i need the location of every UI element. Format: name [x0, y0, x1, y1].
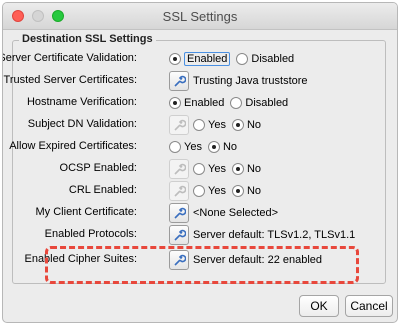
wrench-icon: [174, 207, 186, 219]
enabled-protocols-label: Enabled Protocols:: [44, 228, 137, 240]
cancel-button[interactable]: Cancel: [345, 295, 393, 317]
hostname-verification-disabled-radio[interactable]: [230, 97, 243, 109]
my-client-certificate-label: My Client Certificate:: [35, 206, 137, 218]
server-cert-validation-enabled-text[interactable]: Enabled: [184, 52, 231, 66]
crl-settings-button[interactable]: [169, 181, 189, 201]
wrench-icon: [174, 229, 186, 241]
wrench-icon: [174, 163, 186, 175]
row-hostname-verification: Hostname Verification: Enabled Disabled: [13, 92, 385, 114]
allow-expired-yes-text[interactable]: Yes: [184, 141, 202, 153]
server-cert-validation-disabled-text[interactable]: Disabled: [251, 53, 294, 65]
row-allow-expired-certificates: Allow Expired Certificates: Yes No: [9, 136, 385, 158]
allow-expired-no-text[interactable]: No: [223, 141, 237, 153]
hostname-verification-enabled-radio[interactable]: [169, 97, 181, 109]
ocsp-settings-button[interactable]: [169, 159, 189, 179]
window-title: SSL Settings: [162, 9, 238, 24]
trusted-server-certificates-button[interactable]: [169, 71, 189, 91]
ssl-settings-dialog: SSL Settings Destination SSL Settings Se…: [2, 2, 398, 323]
crl-yes-radio[interactable]: [193, 185, 205, 197]
row-crl-enabled: CRL Enabled: Yes No: [13, 180, 385, 202]
ocsp-no-radio[interactable]: [231, 163, 244, 175]
row-server-certificate-validation: Server Certificate Validation: Enabled D…: [3, 48, 385, 70]
subject-dn-validation-button[interactable]: [169, 115, 189, 135]
subject-dn-validation-label: Subject DN Validation:: [27, 118, 137, 130]
subject-dn-yes-text[interactable]: Yes: [208, 119, 226, 131]
ocsp-no-text[interactable]: No: [247, 163, 261, 175]
subject-dn-yes-radio[interactable]: [193, 119, 205, 131]
trusted-server-certificates-label: Trusted Server Certificates:: [3, 74, 137, 86]
row-enabled-protocols: Enabled Protocols: Server default: TLSv1…: [13, 224, 385, 246]
ocsp-enabled-label: OCSP Enabled:: [59, 162, 137, 174]
my-client-certificate-button[interactable]: [169, 203, 189, 223]
my-client-certificate-value: <None Selected>: [193, 207, 279, 219]
row-trusted-server-certificates: Trusted Server Certificates: Trusting Ja…: [4, 70, 385, 92]
row-ocsp-enabled: OCSP Enabled: Yes No: [13, 158, 385, 180]
crl-yes-text[interactable]: Yes: [208, 185, 226, 197]
server-cert-validation-disabled-radio[interactable]: [236, 53, 249, 65]
trusted-server-certificates-value: Trusting Java truststore: [193, 75, 308, 87]
group-legend: Destination SSL Settings: [19, 33, 156, 45]
ocsp-yes-text[interactable]: Yes: [208, 163, 226, 175]
allow-expired-certificates-label: Allow Expired Certificates:: [9, 140, 137, 152]
hostname-verification-disabled-text[interactable]: Disabled: [245, 97, 288, 109]
crl-enabled-label: CRL Enabled:: [68, 184, 137, 196]
enabled-protocols-button[interactable]: [169, 225, 189, 245]
title-bar: SSL Settings: [3, 3, 397, 30]
wrench-icon: [174, 185, 186, 197]
hostname-verification-enabled-text[interactable]: Enabled: [184, 97, 224, 109]
ocsp-yes-radio[interactable]: [193, 163, 205, 175]
ok-button[interactable]: OK: [299, 295, 339, 317]
server-cert-validation-enabled-radio[interactable]: [169, 53, 181, 65]
allow-expired-yes-radio[interactable]: [169, 141, 181, 153]
server-certificate-validation-label: Server Certificate Validation:: [2, 52, 137, 64]
hostname-verification-label: Hostname Verification:: [26, 96, 137, 108]
enabled-protocols-value: Server default: TLSv1.2, TLSv1.1: [193, 229, 356, 241]
row-my-client-certificate: My Client Certificate: <None Selected>: [13, 202, 385, 224]
wrench-icon: [174, 75, 186, 87]
crl-no-text[interactable]: No: [247, 185, 261, 197]
subject-dn-no-text[interactable]: No: [247, 119, 261, 131]
row-subject-dn-validation: Subject DN Validation: Yes No: [13, 114, 385, 136]
allow-expired-no-radio[interactable]: [207, 141, 220, 153]
subject-dn-no-radio[interactable]: [231, 119, 244, 131]
wrench-icon: [174, 119, 186, 131]
cipher-suites-highlight: [45, 246, 359, 284]
crl-no-radio[interactable]: [231, 185, 244, 197]
